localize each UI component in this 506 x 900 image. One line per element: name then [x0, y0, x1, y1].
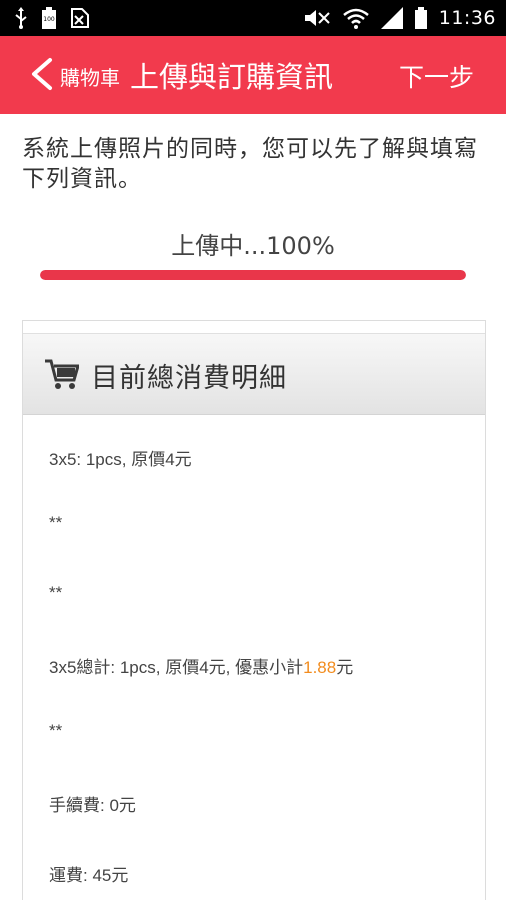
next-step-button[interactable]: 下一步: [399, 58, 474, 94]
status-bar: 100 11:36: [0, 0, 506, 36]
handling-fee-line: 手續費: 0元: [49, 796, 136, 815]
no-sim-icon: [71, 8, 89, 28]
upload-progress-bar: [40, 270, 466, 280]
upload-progress-fill: [40, 270, 466, 280]
summary-header: 目前總消費明細: [23, 333, 485, 415]
wifi-icon: [342, 8, 369, 29]
separator-line: **: [49, 513, 63, 532]
line-item-3x5: 3x5: 1pcs, 原價4元: [49, 450, 192, 469]
breadcrumb-cart[interactable]: 購物車: [60, 62, 120, 91]
separator-line: **: [49, 721, 63, 740]
subtotal-prefix: 3x5總計: 1pcs, 原價4元, 優惠小計: [49, 658, 304, 677]
shipping-fee-line: 運費: 45元: [49, 866, 129, 885]
mute-icon: [304, 10, 330, 26]
intro-text: 系統上傳照片的同時，您可以先了解與填寫下列資訊。: [22, 136, 478, 192]
subtotal-amount: 1.88: [303, 658, 337, 677]
subtotal-line: 3x5總計: 1pcs, 原價4元, 優惠小計1.88元: [49, 653, 353, 678]
cart-icon: [45, 359, 79, 389]
order-summary-card: 目前總消費明細 3x5: 1pcs, 原價4元 ** ** 3x5總計: 1pc…: [22, 320, 486, 900]
battery-icon: [414, 7, 427, 29]
signal-icon: [380, 7, 403, 29]
summary-heading: 目前總消費明細: [91, 363, 287, 394]
page-title: 上傳與訂購資訊: [130, 60, 334, 94]
subtotal-suffix: 元: [336, 658, 354, 677]
svg-text:100: 100: [43, 16, 55, 23]
app-bar: 購物車 上傳與訂購資訊 下一步: [0, 36, 506, 114]
status-time: 11:36: [438, 7, 496, 29]
chevron-left-icon[interactable]: [28, 56, 56, 92]
usb-icon: [15, 7, 27, 29]
separator-line: **: [49, 583, 63, 602]
upload-status-label: 上傳中...100%: [171, 232, 335, 260]
battery-100-icon: 100: [42, 7, 56, 29]
